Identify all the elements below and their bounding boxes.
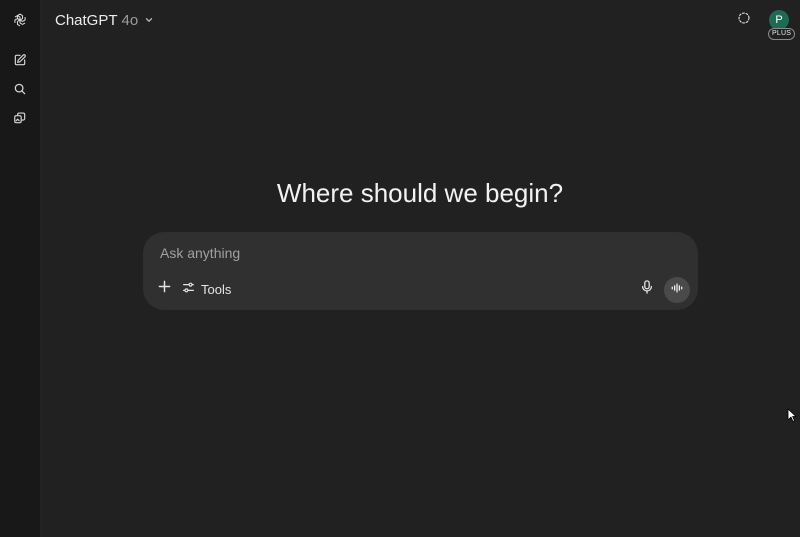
model-switcher[interactable]: ChatGPT 4o [49,9,160,31]
voice-waveform-icon [671,281,683,299]
chevron-down-icon [144,15,154,25]
search-icon [13,82,27,96]
model-version: 4o [121,11,139,29]
account-menu[interactable]: P PLUS [768,10,796,40]
new-chat-icon [13,53,27,67]
library-button[interactable] [8,106,32,130]
sidebar-rail [0,0,41,537]
model-name: ChatGPT [55,11,118,29]
prompt-input[interactable] [158,241,682,265]
new-chat-button[interactable] [8,48,32,72]
voice-mode-button[interactable] [664,277,690,303]
microphone-icon [641,279,653,299]
plan-badge: PLUS [768,28,796,40]
openai-logo-icon [12,12,28,28]
add-attachment-button[interactable] [155,280,173,298]
tools-label: Tools [201,281,232,297]
library-icon [13,111,27,125]
plus-icon [158,280,171,298]
tools-button[interactable]: Tools [182,280,231,298]
composer: Tools [144,233,697,309]
dictate-button[interactable] [639,279,655,299]
avatar: P [769,10,789,30]
sliders-icon [182,281,195,297]
page-headline: Where should we begin? [276,178,564,208]
mouse-pointer-icon [787,408,797,422]
openai-logo-button[interactable] [8,8,32,32]
search-chats-button[interactable] [8,77,32,101]
temporary-chat-icon [737,11,751,30]
chatgpt-app: ChatGPT 4o P PLUS Where should we begin? [0,0,800,537]
temporary-chat-button[interactable] [734,10,754,30]
